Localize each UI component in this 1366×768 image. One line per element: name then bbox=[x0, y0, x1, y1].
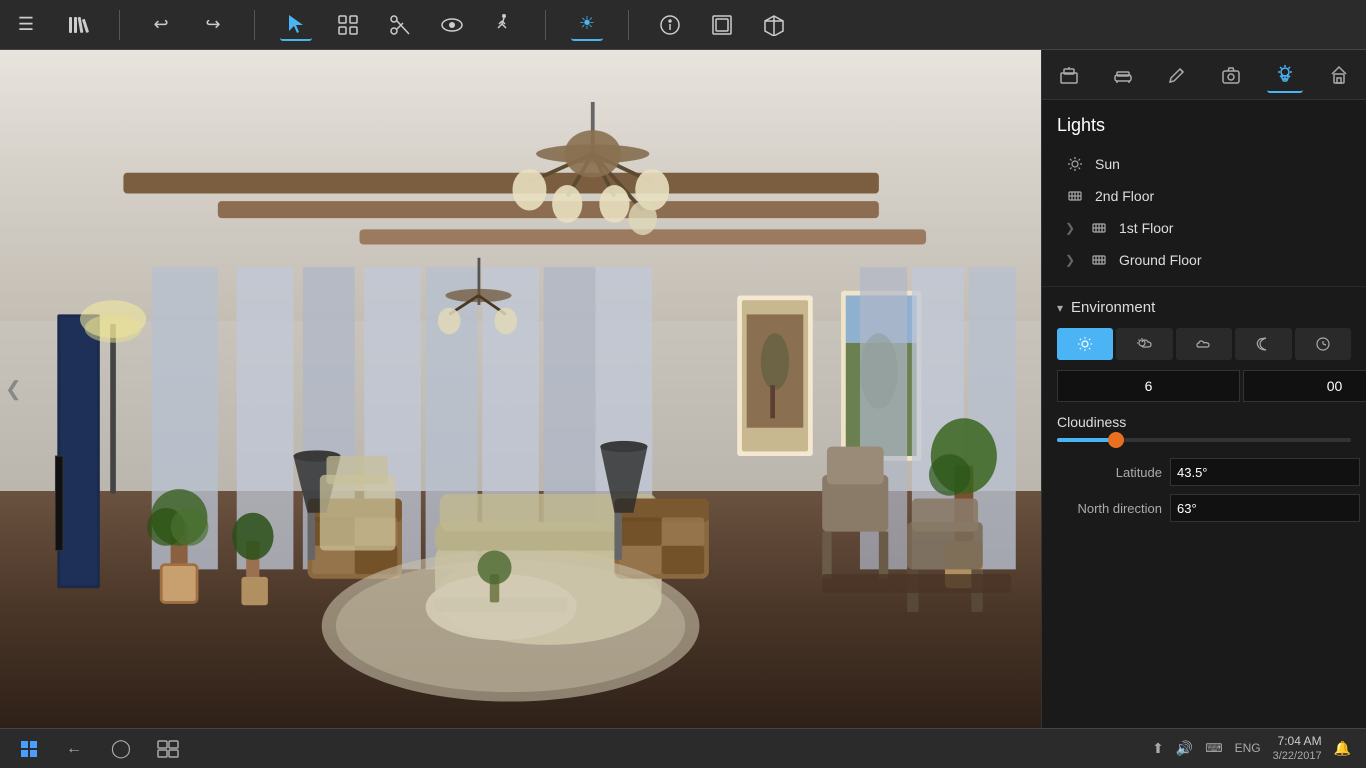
taskbar-back-btn[interactable]: ← bbox=[58, 733, 90, 765]
tod-partly-cloudy-btn[interactable] bbox=[1116, 328, 1172, 360]
panel-edit-icon[interactable] bbox=[1159, 57, 1195, 93]
toolbar-sep-3 bbox=[545, 10, 546, 40]
taskbar-notif-icon[interactable]: 🔔 bbox=[1334, 740, 1351, 757]
floor-light-icon-1 bbox=[1089, 218, 1109, 238]
sun-label: Sun bbox=[1095, 156, 1120, 172]
taskbar-time: 7:04 AM bbox=[1273, 734, 1322, 750]
panel-furniture-icon[interactable] bbox=[1105, 57, 1141, 93]
eye-icon[interactable] bbox=[436, 9, 468, 41]
grid-icon[interactable] bbox=[332, 9, 364, 41]
toolbar-sep-1 bbox=[119, 10, 120, 40]
latitude-row: Latitude − + bbox=[1057, 458, 1351, 486]
toolbar-sep-4 bbox=[628, 10, 629, 40]
environment-section: ▾ Environment bbox=[1042, 287, 1366, 542]
tod-cloudy-btn[interactable] bbox=[1176, 328, 1232, 360]
taskbar-input-icon[interactable]: ⌨ bbox=[1205, 741, 1222, 755]
main-area: ❮ bbox=[0, 50, 1366, 728]
cloudiness-label: Cloudiness bbox=[1057, 414, 1351, 430]
lights-title: Lights bbox=[1057, 115, 1351, 136]
redo-icon[interactable]: ↪ bbox=[197, 9, 229, 41]
viewport[interactable]: ❮ bbox=[0, 50, 1041, 728]
windows-start-button[interactable] bbox=[15, 735, 43, 763]
undo-icon[interactable]: ↩ bbox=[145, 9, 177, 41]
panel-build-icon[interactable] bbox=[1051, 57, 1087, 93]
taskbar-left: ← ◯ bbox=[15, 733, 184, 765]
panel-home-icon[interactable] bbox=[1321, 57, 1357, 93]
scissors-icon[interactable] bbox=[384, 9, 416, 41]
taskbar-tray-icon-1[interactable]: ⬆ bbox=[1152, 740, 1164, 757]
time-hour-input[interactable] bbox=[1057, 370, 1240, 402]
env-collapse-icon[interactable]: ▾ bbox=[1057, 301, 1063, 315]
cloudiness-slider[interactable] bbox=[1057, 438, 1351, 442]
north-direction-input[interactable] bbox=[1170, 494, 1360, 522]
1st-floor-label: 1st Floor bbox=[1119, 220, 1173, 236]
windows-logo bbox=[21, 741, 37, 757]
expand-ground-floor-icon[interactable]: ❯ bbox=[1065, 253, 1079, 267]
panel-camera-icon[interactable] bbox=[1213, 57, 1249, 93]
frame-icon[interactable] bbox=[706, 9, 738, 41]
sun-light-icon bbox=[1065, 154, 1085, 174]
taskbar-taskview-btn[interactable] bbox=[152, 733, 184, 765]
menu-icon[interactable]: ☰ bbox=[10, 9, 42, 41]
select-icon[interactable] bbox=[280, 9, 312, 41]
panel-top-icons bbox=[1042, 50, 1366, 100]
time-display: 7:04 AM 3/22/2017 bbox=[1273, 734, 1322, 764]
top-toolbar: ☰ ↩ ↪ ☀ bbox=[0, 0, 1366, 50]
ground-floor-label: Ground Floor bbox=[1119, 252, 1201, 268]
tod-buttons bbox=[1057, 328, 1351, 360]
sun-toolbar-icon[interactable]: ☀ bbox=[571, 9, 603, 41]
scene-ceiling bbox=[0, 50, 1041, 355]
light-item-2nd-floor[interactable]: 2nd Floor bbox=[1057, 180, 1351, 212]
taskbar-search-btn[interactable]: ◯ bbox=[105, 733, 137, 765]
floor-light-icon-2 bbox=[1065, 186, 1085, 206]
viewport-nav-left[interactable]: ❮ bbox=[5, 377, 22, 402]
light-item-sun[interactable]: Sun bbox=[1057, 148, 1351, 180]
env-header[interactable]: ▾ Environment bbox=[1057, 299, 1351, 316]
taskbar-date: 3/22/2017 bbox=[1273, 749, 1322, 763]
expand-1st-floor-icon[interactable]: ❯ bbox=[1065, 221, 1079, 235]
taskbar-volume-icon[interactable]: 🔊 bbox=[1176, 740, 1193, 757]
env-title: Environment bbox=[1071, 299, 1155, 316]
tod-moon-btn[interactable] bbox=[1235, 328, 1291, 360]
scene-background bbox=[0, 50, 1041, 728]
library-icon[interactable] bbox=[62, 9, 94, 41]
tod-sunny-btn[interactable] bbox=[1057, 328, 1113, 360]
light-item-1st-floor[interactable]: ❯ 1st Floor bbox=[1057, 212, 1351, 244]
cloudiness-thumb[interactable] bbox=[1108, 432, 1124, 448]
cube-icon[interactable] bbox=[758, 9, 790, 41]
time-minutes-input[interactable] bbox=[1243, 370, 1366, 402]
north-direction-row: North direction − + bbox=[1057, 494, 1351, 522]
latitude-label: Latitude bbox=[1057, 465, 1162, 480]
2nd-floor-label: 2nd Floor bbox=[1095, 188, 1154, 204]
scene-floor bbox=[0, 491, 1041, 728]
right-panel: Lights Sun 2nd Floor ❯ bbox=[1041, 50, 1366, 728]
taskbar-right: ⬆ 🔊 ⌨ ENG 7:04 AM 3/22/2017 🔔 bbox=[1152, 734, 1351, 764]
time-inputs bbox=[1057, 370, 1351, 402]
north-direction-label: North direction bbox=[1057, 501, 1162, 516]
light-item-ground-floor[interactable]: ❯ Ground Floor bbox=[1057, 244, 1351, 276]
panel-content: Lights Sun 2nd Floor ❯ bbox=[1042, 100, 1366, 728]
toolbar-sep-2 bbox=[254, 10, 255, 40]
latitude-input[interactable] bbox=[1170, 458, 1360, 486]
lights-section: Lights Sun 2nd Floor ❯ bbox=[1042, 100, 1366, 287]
tod-clock-btn[interactable] bbox=[1295, 328, 1351, 360]
panel-light-icon[interactable] bbox=[1267, 57, 1303, 93]
walk-icon[interactable] bbox=[488, 9, 520, 41]
taskbar-lang-icon[interactable]: ENG bbox=[1235, 741, 1261, 755]
floor-light-icon-ground bbox=[1089, 250, 1109, 270]
info-icon[interactable] bbox=[654, 9, 686, 41]
bottom-taskbar: ← ◯ ⬆ 🔊 ⌨ ENG 7:04 AM 3/22/2017 🔔 bbox=[0, 728, 1366, 768]
